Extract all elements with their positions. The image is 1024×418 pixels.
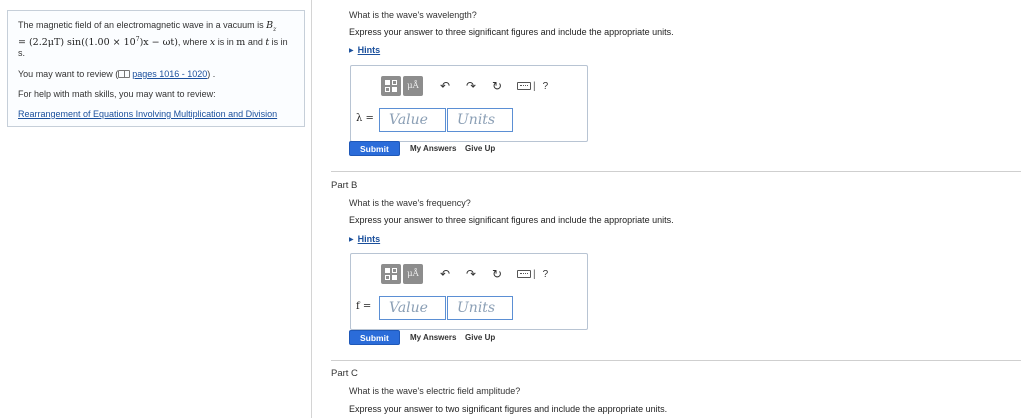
partC-question: What is the wave's electric field amplit… xyxy=(349,386,521,396)
redo-icon[interactable]: ↷ xyxy=(465,80,477,92)
partA-my-answers-link[interactable]: My Answers xyxy=(410,144,456,153)
undo-icon[interactable]: ↶ xyxy=(439,80,451,92)
partB-instruction: Express your answer to three significant… xyxy=(349,215,674,225)
hint-triangle-icon: ▶ xyxy=(349,237,354,243)
divider xyxy=(331,360,1021,361)
sidebar: The magnetic field of an electromagnetic… xyxy=(0,0,312,418)
partB-title: Part B xyxy=(331,180,358,191)
units-button[interactable]: μÅ xyxy=(403,264,423,284)
templates-icon xyxy=(385,80,397,92)
partC-title: Part C xyxy=(331,368,358,379)
partB-answer-box: μÅ ↶ ↷ ↻ | ? f = Value Units xyxy=(350,253,588,330)
templates-button[interactable] xyxy=(381,76,401,96)
partA-variable-label: λ = xyxy=(356,113,374,124)
main-content: What is the wave's wavelength? Express y… xyxy=(313,0,1024,418)
help-icon[interactable]: ? xyxy=(543,269,549,280)
partA-question: What is the wave's wavelength? xyxy=(349,10,477,20)
problem-statement: The magnetic field of an electromagnetic… xyxy=(18,20,288,58)
redo-icon[interactable]: ↷ xyxy=(465,268,477,280)
partA-give-up-link[interactable]: Give Up xyxy=(465,144,495,153)
help-text: For help with math skills, you may want … xyxy=(18,88,216,99)
units-button[interactable]: μÅ xyxy=(403,76,423,96)
math-review-link[interactable]: Rearrangement of Equations Involving Mul… xyxy=(18,109,277,119)
divider xyxy=(331,171,1021,172)
partC-instruction: Express your answer to two significant f… xyxy=(349,404,668,414)
partB-value-input[interactable]: Value xyxy=(379,296,446,320)
partB-submit-button[interactable]: Submit xyxy=(349,330,400,345)
partA-answer-box: μÅ ↶ ↷ ↻ | ? λ = Value Units xyxy=(350,65,588,142)
review-line: You may want to review (pages 1016 - 102… xyxy=(18,68,216,79)
reset-icon[interactable]: ↻ xyxy=(491,268,503,280)
partB-question: What is the wave's frequency? xyxy=(349,198,471,208)
partA-toolbar: μÅ ↶ ↷ ↻ | ? xyxy=(381,75,548,97)
book-icon xyxy=(118,69,131,78)
keyboard-icon[interactable] xyxy=(517,270,531,278)
partB-hints-toggle[interactable]: ▶ Hints xyxy=(349,234,380,244)
field-symbol: Bz xyxy=(266,20,277,33)
reset-icon[interactable]: ↻ xyxy=(491,80,503,92)
templates-icon xyxy=(385,268,397,280)
keyboard-icon[interactable] xyxy=(517,82,531,90)
partB-variable-label: f = xyxy=(356,301,372,312)
partB-my-answers-link[interactable]: My Answers xyxy=(410,333,456,342)
templates-button[interactable] xyxy=(381,264,401,284)
problem-info-box: The magnetic field of an electromagnetic… xyxy=(7,10,305,127)
partB-give-up-link[interactable]: Give Up xyxy=(465,333,495,342)
undo-icon[interactable]: ↶ xyxy=(439,268,451,280)
partA-value-input[interactable]: Value xyxy=(379,108,446,132)
partA-hints-toggle[interactable]: ▶ Hints xyxy=(349,45,380,55)
partA-instruction: Express your answer to three significant… xyxy=(349,27,674,37)
help-icon[interactable]: ? xyxy=(543,81,549,92)
partA-submit-button[interactable]: Submit xyxy=(349,141,400,156)
partA-units-input[interactable]: Units xyxy=(447,108,513,132)
partB-toolbar: μÅ ↶ ↷ ↻ | ? xyxy=(381,263,548,285)
partB-units-input[interactable]: Units xyxy=(447,296,513,320)
hint-triangle-icon: ▶ xyxy=(349,48,354,54)
review-pages-link[interactable]: pages 1016 - 1020 xyxy=(132,69,207,79)
